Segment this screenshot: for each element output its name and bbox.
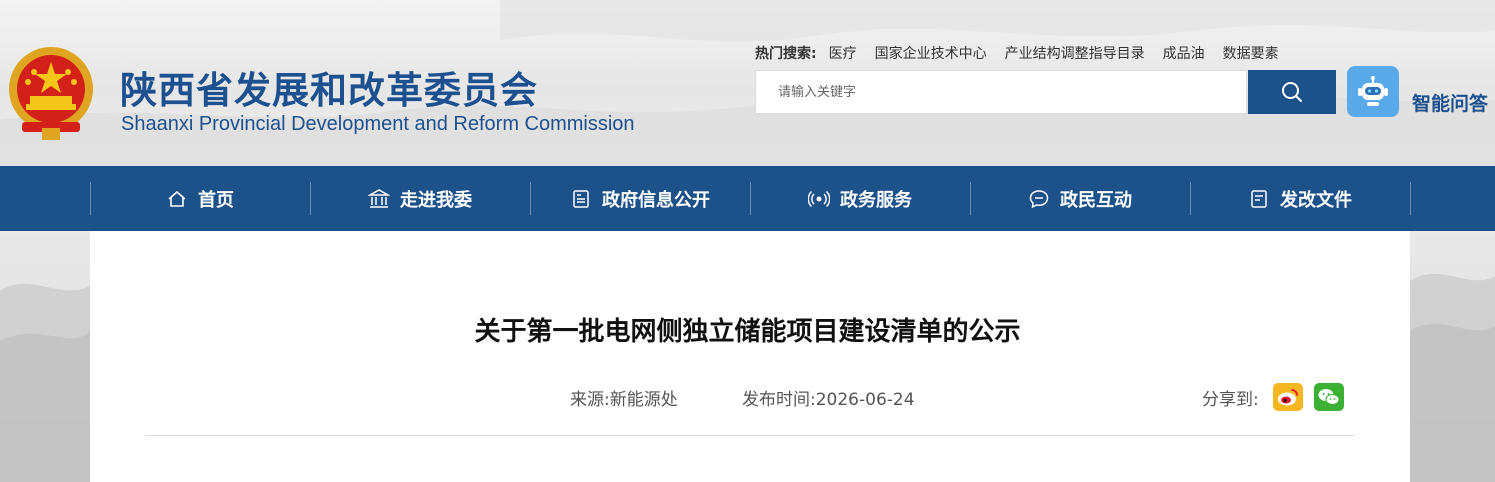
ai-assistant-button[interactable]: [1347, 66, 1399, 117]
hot-search-link[interactable]: 国家企业技术中心: [875, 43, 987, 63]
article-title: 关于第一批电网侧独立储能项目建设清单的公示: [474, 317, 1021, 347]
nav-item-label: 政府信息公开: [602, 189, 710, 211]
nav-item-interaction[interactable]: 政民互动: [970, 166, 1190, 231]
search-button[interactable]: [1248, 70, 1336, 114]
building-icon: [368, 188, 390, 210]
nav-item-label: 首页: [198, 189, 234, 211]
search-icon: [1282, 82, 1302, 102]
hot-search-link[interactable]: 产业结构调整指导目录: [1005, 43, 1145, 63]
nav-item-label: 走进我委: [400, 189, 472, 211]
nav-item-label: 政务服务: [840, 189, 912, 211]
article-divider: [145, 435, 1355, 436]
wechat-icon[interactable]: [1314, 383, 1344, 411]
chat-icon: [1028, 188, 1050, 210]
hot-search-link[interactable]: 成品油: [1163, 43, 1205, 63]
site-header: 陕西省发展和改革委员会 Shaanxi Provincial Developme…: [0, 0, 1495, 166]
hot-search-label: 热门搜索:: [755, 46, 817, 62]
service-icon: [808, 188, 830, 210]
robot-icon: [1358, 75, 1388, 106]
nav-item-home[interactable]: 首页: [90, 166, 310, 231]
site-title-english: Shaanxi Provincial Development and Refor…: [121, 113, 635, 135]
search-input[interactable]: [755, 70, 1247, 114]
nav-item-info-disclosure[interactable]: 政府信息公开: [530, 166, 750, 231]
nav-item-label: 政民互动: [1060, 189, 1132, 211]
nav-item-documents[interactable]: 发改文件: [1190, 166, 1410, 231]
document-icon: [570, 188, 592, 210]
article-publish-time: 发布时间:2026-06-24: [742, 390, 915, 410]
ai-assistant-label[interactable]: 智能问答: [1412, 89, 1488, 116]
nav-divider: [1410, 182, 1411, 215]
nav-item-about[interactable]: 走进我委: [310, 166, 530, 231]
article-source: 来源:新能源处: [570, 390, 678, 410]
main-navigation: 首页 走进我委 政府信息公开 政务服务 政民互动 发改文件: [0, 166, 1495, 231]
national-emblem-icon: [6, 44, 96, 140]
home-icon: [166, 188, 188, 210]
hot-search-link[interactable]: 医疗: [829, 43, 857, 63]
nav-item-services[interactable]: 政务服务: [750, 166, 970, 231]
hot-search-link[interactable]: 数据要素: [1223, 43, 1279, 63]
weibo-icon[interactable]: [1273, 383, 1303, 411]
share-label: 分享到:: [1202, 390, 1259, 410]
hot-search-bar: 热门搜索: 医疗 国家企业技术中心 产业结构调整指导目录 成品油 数据要素: [755, 43, 1279, 63]
article-panel: [90, 231, 1410, 482]
nav-item-label: 发改文件: [1280, 189, 1352, 211]
site-title-chinese: 陕西省发展和改革委员会: [120, 69, 538, 112]
file-icon: [1248, 188, 1270, 210]
